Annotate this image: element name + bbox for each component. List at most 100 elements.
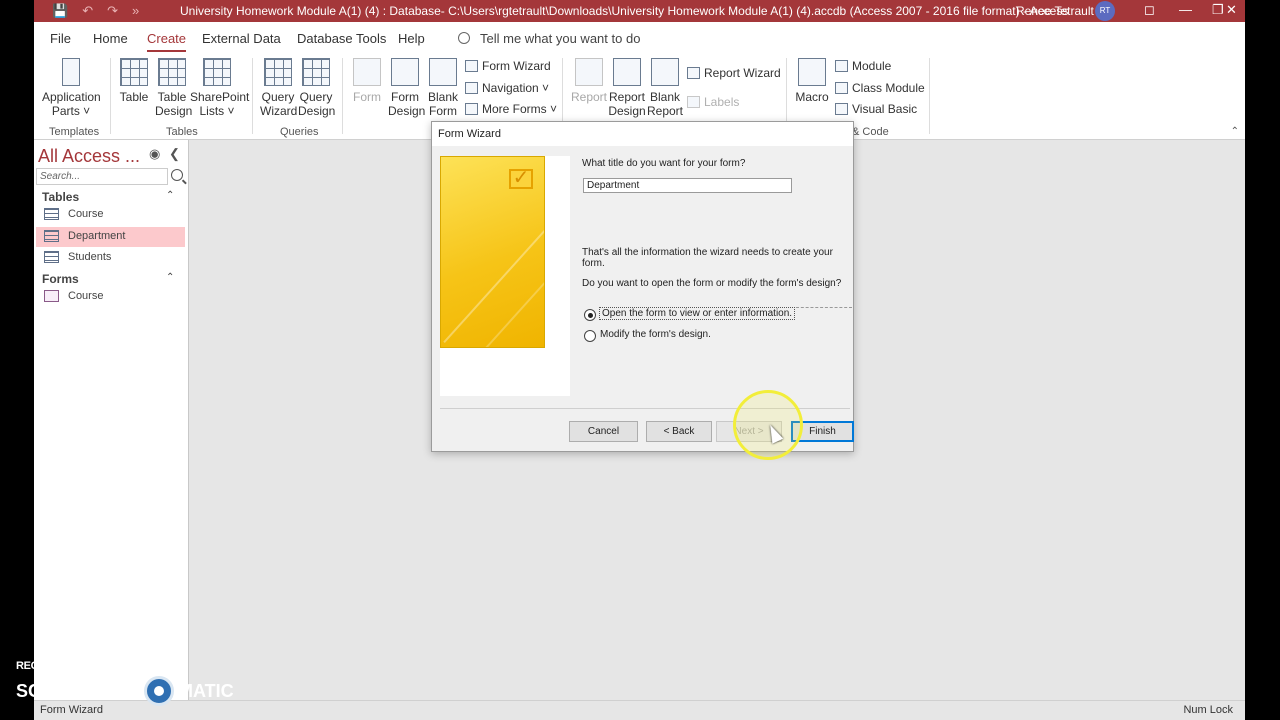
form-wizard-icon	[465, 60, 478, 72]
report-button[interactable]: Report	[570, 58, 608, 104]
labels-icon	[687, 96, 700, 108]
report-icon	[575, 58, 603, 86]
shutter-bar-icon[interactable]: ❮	[169, 146, 180, 162]
blank-form-button[interactable]: Blank Form	[426, 58, 460, 118]
tell-me-label: Tell me what you want to do	[480, 31, 641, 46]
dialog-title: Form Wizard	[432, 122, 853, 146]
labels-button[interactable]: Labels	[687, 95, 739, 109]
form-title-input[interactable]: Department	[583, 178, 792, 193]
nav-item-course-form[interactable]: Course	[36, 287, 185, 307]
table-icon	[44, 208, 59, 220]
form-design-button[interactable]: Form Design	[388, 58, 425, 118]
report-label: Report	[570, 90, 608, 104]
collapse-forms-icon[interactable]: ⌃	[166, 272, 174, 283]
macro-label: Macro	[795, 90, 829, 104]
nav-pane-header[interactable]: All Access ...	[38, 146, 140, 167]
nav-item-students-table[interactable]: Students	[36, 248, 185, 268]
watermark-matic: MATIC	[178, 680, 234, 701]
more-forms-label: More Forms ˅	[482, 102, 558, 116]
back-button[interactable]: < Back	[646, 421, 712, 442]
query-design-label: Query	[299, 90, 333, 104]
sharepoint-label: SharePoint	[190, 90, 250, 104]
application-parts-button[interactable]: Application Parts ˅	[42, 58, 101, 118]
collapse-tables-icon[interactable]: ⌃	[166, 190, 174, 201]
tab-create[interactable]: Create	[147, 31, 187, 52]
user-name[interactable]: Renee Tetrault	[1016, 4, 1094, 18]
class-module-button[interactable]: Class Module	[835, 81, 925, 95]
num-lock-indicator: Num Lock	[1183, 704, 1233, 716]
quick-access-toolbar: 💾 ↶ ↷ »	[52, 3, 139, 19]
query-wizard-button[interactable]: Query Wizard	[260, 58, 298, 118]
blank-form-label: Blank	[427, 90, 459, 104]
table-design-button[interactable]: Table Design	[155, 58, 193, 118]
blank-report-button[interactable]: Blank Report	[646, 58, 684, 118]
avatar[interactable]: RT	[1095, 1, 1115, 21]
navigation-label: Navigation ˅	[482, 81, 550, 95]
watermark-line2: SCREENCAST MATIC	[16, 676, 234, 706]
navigation-button[interactable]: Navigation ˅	[465, 81, 549, 95]
tab-home[interactable]: Home	[93, 31, 128, 46]
search-icon[interactable]	[171, 169, 183, 181]
redo-icon[interactable]: ↷	[107, 3, 118, 19]
nav-item-label: Department	[68, 230, 126, 242]
form-design-label: Form	[391, 90, 419, 104]
sharepoint-lists-button[interactable]: SharePoint Lists ˅	[190, 58, 250, 118]
application-parts-label2: Parts ˅	[51, 104, 91, 118]
table-design-label2: Design	[155, 104, 193, 118]
report-wizard-label: Report Wizard	[704, 66, 781, 80]
title-question: What title do you want for your form?	[582, 158, 746, 169]
minimize-icon[interactable]: —	[1179, 2, 1192, 17]
query-wizard-label2: Wizard	[260, 104, 298, 118]
open-form-label[interactable]: Open the form to view or enter informati…	[598, 307, 796, 320]
module-label: Module	[852, 59, 892, 73]
application-parts-label: Application	[42, 90, 101, 104]
collapse-ribbon-icon[interactable]: ⌃	[1231, 126, 1239, 137]
group-label-tables: Tables	[166, 126, 198, 138]
form-button[interactable]: Form	[350, 58, 384, 104]
module-button[interactable]: Module	[835, 59, 891, 73]
nav-item-department-table[interactable]: Department	[36, 227, 185, 247]
nav-item-course-table[interactable]: Course	[36, 205, 185, 225]
report-wizard-button[interactable]: Report Wizard	[687, 66, 781, 80]
access-window: 💾 ↶ ↷ » University Homework Module A(1) …	[34, 0, 1245, 720]
nav-section-forms[interactable]: Forms	[42, 272, 79, 286]
wizard-graphic: ✓	[440, 156, 545, 348]
checkmark-icon: ✓	[509, 168, 533, 189]
cancel-button[interactable]: Cancel	[569, 421, 638, 442]
form-icon	[44, 290, 59, 302]
more-forms-icon	[465, 103, 478, 115]
save-icon[interactable]: 💾	[52, 3, 68, 19]
modify-design-label[interactable]: Modify the form's design.	[600, 329, 711, 340]
watermark-screencast: SCREENCAST	[16, 680, 141, 701]
group-separator	[342, 58, 343, 134]
more-forms-button[interactable]: More Forms ˅	[465, 102, 557, 116]
macro-button[interactable]: Macro	[794, 58, 830, 104]
visual-basic-button[interactable]: Visual Basic	[835, 102, 917, 116]
modify-design-radio[interactable]	[584, 330, 596, 342]
open-form-radio[interactable]	[584, 309, 596, 321]
report-design-button[interactable]: Report Design	[608, 58, 646, 118]
query-wizard-icon	[264, 58, 292, 86]
restore-icon[interactable]: ❐	[1212, 2, 1224, 18]
tell-me-box[interactable]: Tell me what you want to do	[458, 31, 640, 46]
close-icon[interactable]: ✕	[1226, 2, 1237, 18]
query-design-button[interactable]: Query Design	[298, 58, 335, 118]
nav-search-input[interactable]: Search...	[36, 168, 168, 185]
nav-options-icon[interactable]: ◉	[149, 146, 160, 162]
customize-qat-icon[interactable]: »	[132, 3, 139, 19]
undo-icon[interactable]: ↶	[82, 3, 93, 19]
tab-help[interactable]: Help	[398, 31, 425, 46]
tab-external-data[interactable]: External Data	[202, 31, 281, 46]
focus-divider	[796, 307, 852, 308]
nav-section-tables[interactable]: Tables	[42, 190, 79, 204]
ribbon-display-icon[interactable]: ◻	[1144, 2, 1155, 18]
tab-database-tools[interactable]: Database Tools	[297, 31, 386, 46]
open-question: Do you want to open the form or modify t…	[582, 278, 842, 289]
tab-file[interactable]: File	[50, 31, 71, 46]
group-separator	[110, 58, 111, 134]
form-wizard-button[interactable]: Form Wizard	[465, 59, 551, 73]
table-button[interactable]: Table	[117, 58, 151, 104]
report-design-label: Report	[608, 90, 646, 104]
table-design-label: Table	[157, 90, 187, 104]
info-text: That's all the information the wizard ne…	[582, 247, 833, 269]
